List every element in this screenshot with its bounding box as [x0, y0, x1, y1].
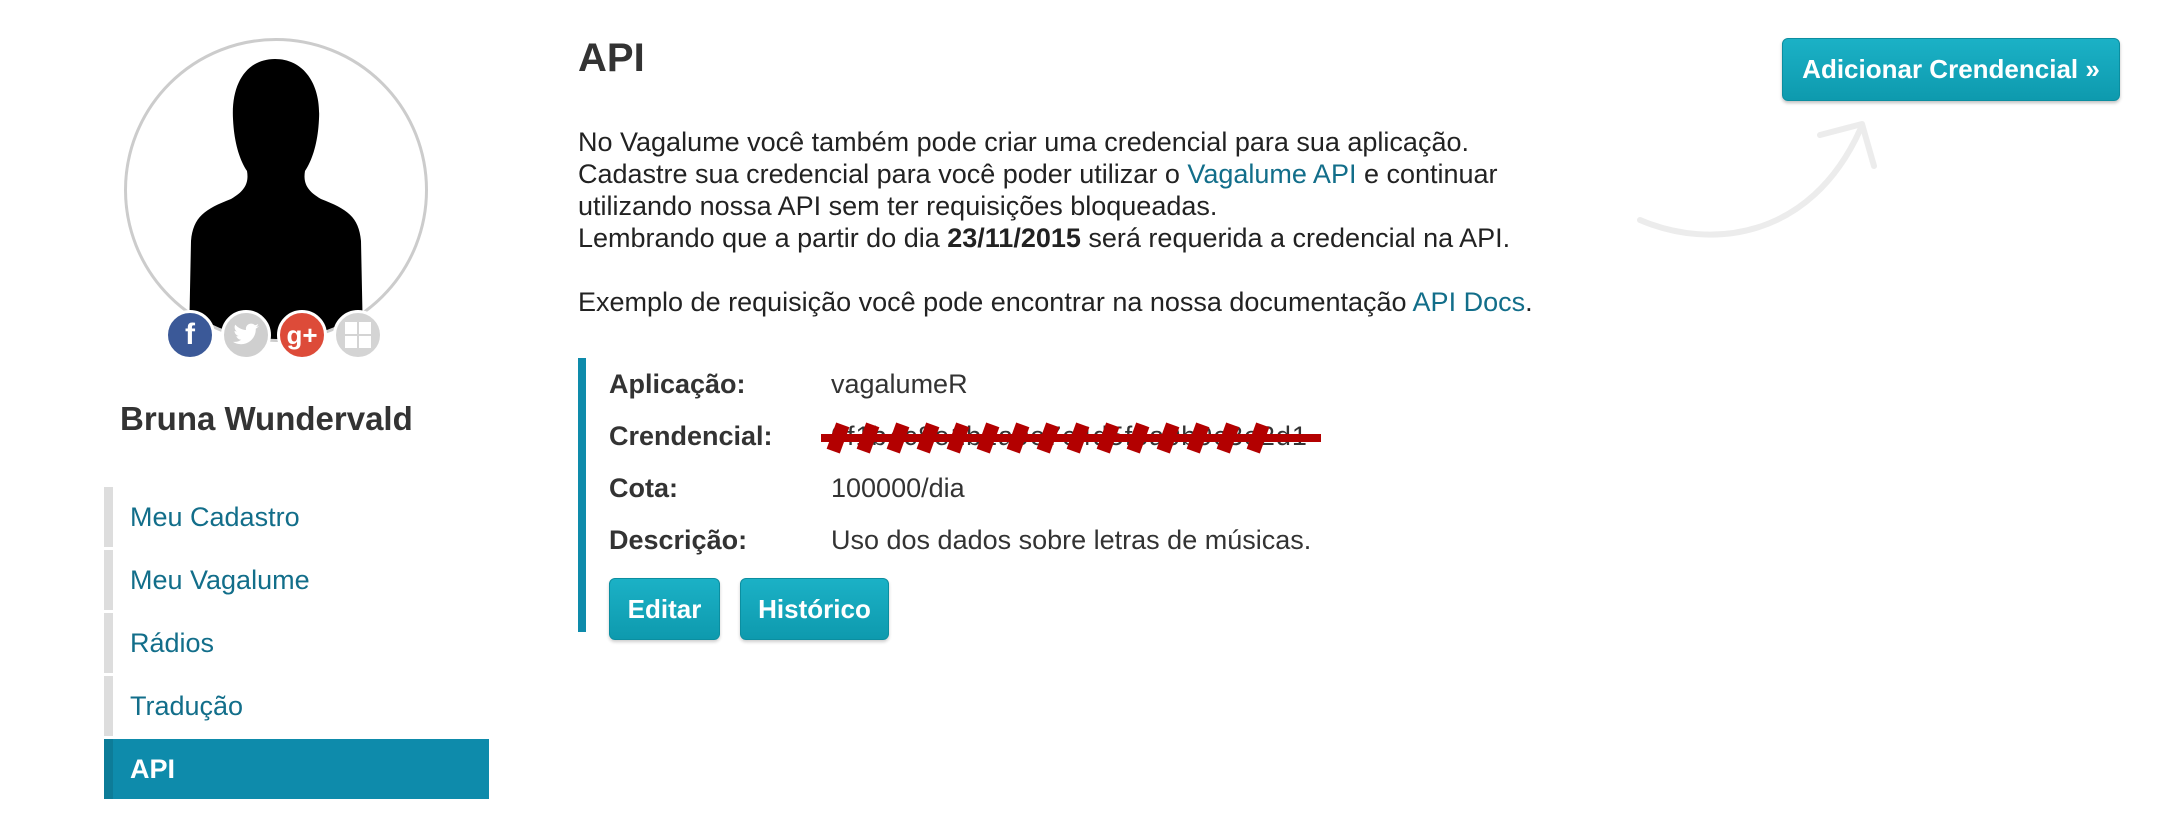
sidebar-item-api[interactable]: API — [104, 739, 489, 799]
redaction-mark — [821, 421, 1321, 454]
intro-line: Exemplo de requisição você pode encontra… — [578, 287, 1533, 317]
description-label: Descrição: — [609, 524, 748, 555]
sidebar-nav: Meu Cadastro Meu Vagalume Rádios Traduçã… — [104, 487, 489, 802]
sidebar-item-meu-vagalume[interactable]: Meu Vagalume — [104, 550, 489, 610]
intro-line: utilizando nossa API sem ter requisições… — [578, 191, 1218, 221]
profile-avatar-area: f g+ — [124, 38, 430, 368]
sidebar-item-meu-cadastro[interactable]: Meu Cadastro — [104, 487, 489, 547]
sidebar-item-label: Meu Vagalume — [130, 564, 310, 595]
facebook-icon[interactable]: f — [165, 310, 215, 360]
credential-key-redacted: 0f1b4c8e1b2a9e7c4d5f6a0b9c3e2d1 — [821, 421, 1321, 454]
key-label: Crendencial: — [609, 420, 773, 451]
deadline-date: 23/11/2015 — [947, 223, 1081, 253]
twitter-icon[interactable] — [221, 310, 271, 360]
credential-row-description: Descrição: Uso dos dados sobre letras de… — [609, 514, 1378, 566]
sidebar-item-label: Rádios — [130, 627, 215, 658]
sidebar-item-traducao[interactable]: Tradução — [104, 676, 489, 736]
credential-actions: Editar Histórico — [609, 578, 1378, 640]
credential-row-app: Aplicação: vagalumeR — [609, 358, 1378, 410]
sidebar-item-label: API — [130, 753, 176, 784]
google-plus-icon[interactable]: g+ — [277, 310, 327, 360]
user-name: Bruna Wundervald — [120, 400, 413, 437]
app-label: Aplicação: — [609, 368, 746, 399]
add-credential-button[interactable]: Adicionar Crendencial » — [1782, 38, 2120, 101]
intro-line: No Vagalume você também pode criar uma c… — [578, 127, 1469, 157]
page: f g+ Bruna Wundervald Meu Cadastro Meu V… — [0, 0, 2178, 822]
credential-card: Aplicação: vagalumeR Crendencial: 0f1b4c… — [578, 358, 1378, 640]
credential-row-quota: Cota: 100000/dia — [609, 462, 1378, 514]
intro-line: Cadastre sua credencial para você poder … — [578, 159, 1498, 189]
sidebar-item-label: Meu Cadastro — [130, 501, 300, 532]
quota-label: Cota: — [609, 472, 678, 503]
intro-line: Lembrando que a partir do dia 23/11/2015… — [578, 223, 1511, 253]
history-button[interactable]: Histórico — [740, 578, 889, 640]
sidebar-item-label: Tradução — [130, 690, 244, 721]
user-silhouette-icon — [189, 59, 363, 339]
api-docs-link[interactable]: API Docs — [1413, 287, 1526, 317]
page-title: API — [578, 36, 645, 80]
description-value: Uso dos dados sobre letras de músicas. — [831, 524, 1312, 555]
vagalume-api-link[interactable]: Vagalume API — [1187, 159, 1356, 189]
avatar[interactable] — [124, 38, 428, 342]
credential-row-key: Crendencial: 0f1b4c8e1b2a9e7c4d5f6a0b9c3… — [609, 410, 1378, 462]
social-links: f g+ — [165, 310, 383, 360]
sidebar-item-radios[interactable]: Rádios — [104, 613, 489, 673]
intro-text: No Vagalume você também pode criar uma c… — [578, 126, 1533, 318]
app-value: vagalumeR — [831, 368, 968, 399]
windows-icon[interactable] — [333, 310, 383, 360]
quota-value: 100000/dia — [831, 472, 965, 503]
edit-button[interactable]: Editar — [609, 578, 720, 640]
curved-arrow-icon — [1637, 121, 1877, 238]
